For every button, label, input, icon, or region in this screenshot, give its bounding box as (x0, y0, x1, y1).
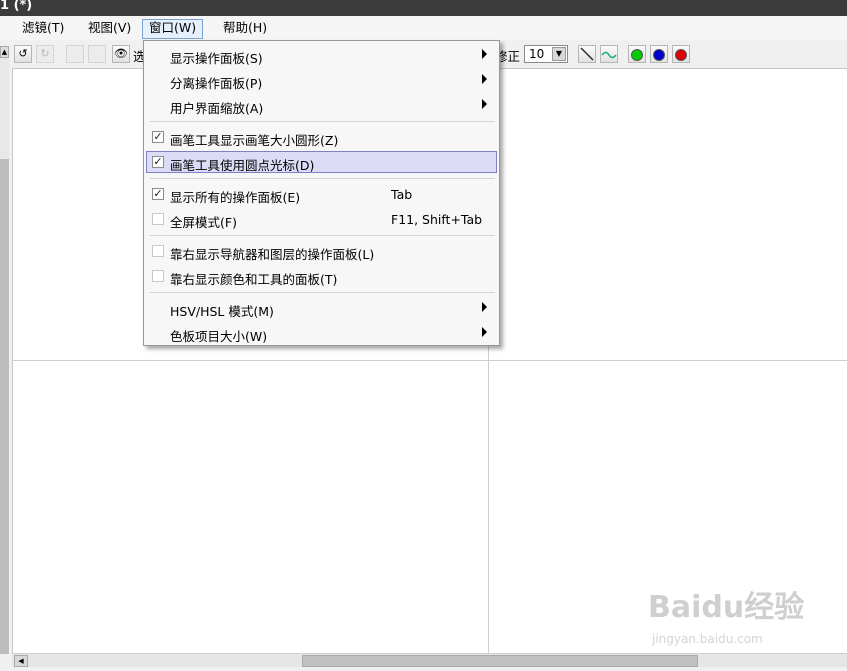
tool-button-b[interactable] (88, 45, 106, 63)
menu-separator (150, 292, 495, 293)
baidu-watermark: Baidu经验 (648, 590, 805, 625)
vertical-scrollbar[interactable]: ▲ (0, 46, 9, 654)
tool-button-a[interactable] (66, 45, 84, 63)
menu-item-fullscreen[interactable]: 全屏模式(F) F11, Shift+Tab (146, 208, 497, 230)
menu-item-hsv-hsl-mode[interactable]: HSV/HSL 模式(M) (146, 297, 497, 319)
horizontal-scrollbar[interactable]: ◀ (12, 653, 847, 668)
undo-button[interactable]: ↺ (14, 45, 32, 63)
menu-item-show-panels[interactable]: 显示操作面板(S) (146, 44, 497, 66)
window-dropdown-menu: 显示操作面板(S) 分离操作面板(P) 用户界面缩放(A) ✓ 画笔工具显示画笔… (143, 40, 500, 346)
menu-item-dot-cursor[interactable]: ✓ 画笔工具使用圆点光标(D) (146, 151, 497, 173)
color-red-button[interactable] (672, 45, 690, 63)
eye-button[interactable]: 👁 (112, 45, 130, 63)
menu-item-brush-size-circle[interactable]: ✓ 画笔工具显示画笔大小圆形(Z) (146, 126, 497, 148)
checkbox-unchecked-icon (152, 270, 164, 282)
submenu-arrow-icon (482, 74, 487, 84)
color-green-button[interactable] (628, 45, 646, 63)
menu-item-label: 显示操作面板(S) (170, 51, 263, 66)
canvas-divider-horizontal (12, 360, 847, 361)
menu-item-shortcut: Tab (391, 187, 413, 202)
title-bar: 1 (*) (0, 0, 847, 16)
menu-help[interactable]: 帮助(H) (217, 19, 273, 37)
menu-item-label: 画笔工具使用圆点光标(D) (170, 158, 315, 173)
menu-separator (150, 121, 495, 122)
menu-item-right-navigator-layers[interactable]: 靠右显示导航器和图层的操作面板(L) (146, 240, 497, 262)
menu-item-label: HSV/HSL 模式(M) (170, 304, 274, 319)
checkbox-checked-icon: ✓ (152, 187, 164, 200)
menu-item-label: 用户界面缩放(A) (170, 101, 264, 116)
eye-icon: 👁 (114, 47, 128, 60)
color-blue-button[interactable] (650, 45, 668, 63)
red-dot-icon (675, 49, 687, 61)
blue-dot-icon (653, 49, 665, 61)
menu-view[interactable]: 视图(V) (82, 19, 137, 37)
correction-select[interactable]: 10 ▼ (524, 45, 568, 63)
checkbox-unchecked-icon (152, 245, 164, 257)
line-tool-button[interactable] (578, 45, 596, 63)
baidu-watermark-url: jingyan.baidu.com (652, 632, 763, 646)
menu-item-label: 色板项目大小(W) (170, 329, 268, 344)
curve-tool-button[interactable] (600, 45, 618, 63)
wave-icon (601, 51, 617, 59)
checkbox-checked-icon: ✓ (152, 130, 164, 143)
redo-button[interactable]: ↻ (36, 45, 54, 63)
menu-separator (150, 235, 495, 236)
menu-item-right-color-tools[interactable]: 靠右显示颜色和工具的面板(T) (146, 265, 497, 287)
menu-item-label: 靠右显示导航器和图层的操作面板(L) (170, 247, 375, 262)
menu-item-label: 分离操作面板(P) (170, 76, 263, 91)
undo-icon: ↺ (18, 47, 28, 60)
menu-item-label: 画笔工具显示画笔大小圆形(Z) (170, 133, 339, 148)
menu-item-show-all-panels[interactable]: ✓ 显示所有的操作面板(E) Tab (146, 183, 497, 205)
menu-item-shortcut: F11, Shift+Tab (391, 212, 483, 227)
menu-bar: 滤镜(T) 视图(V) 窗口(W) 帮助(H) (0, 16, 847, 40)
submenu-arrow-icon (482, 302, 487, 312)
redo-icon: ↻ (40, 47, 50, 60)
submenu-arrow-icon (482, 49, 487, 59)
menu-item-ui-scale[interactable]: 用户界面缩放(A) (146, 94, 497, 116)
submenu-arrow-icon (482, 99, 487, 109)
dropdown-arrow-icon: ▼ (552, 47, 566, 61)
menu-window[interactable]: 窗口(W) (142, 19, 204, 39)
scroll-left-icon[interactable]: ◀ (14, 655, 28, 667)
line-icon (580, 47, 594, 61)
menu-item-label: 靠右显示颜色和工具的面板(T) (170, 272, 338, 287)
status-strip (0, 667, 847, 671)
vertical-scroll-thumb[interactable] (0, 159, 9, 654)
menu-item-swatch-size[interactable]: 色板项目大小(W) (146, 322, 497, 344)
menu-item-detach-panels[interactable]: 分离操作面板(P) (146, 69, 497, 91)
menu-item-label: 显示所有的操作面板(E) (170, 190, 301, 205)
green-dot-icon (631, 49, 643, 61)
scroll-up-icon[interactable]: ▲ (0, 46, 9, 58)
submenu-arrow-icon (482, 327, 487, 337)
horizontal-scroll-thumb[interactable] (302, 655, 698, 667)
window-title: 1 (*) (0, 0, 33, 13)
checkbox-checked-icon: ✓ (152, 155, 164, 168)
menu-filter[interactable]: 滤镜(T) (16, 19, 70, 37)
checkbox-unchecked-icon (152, 213, 164, 225)
correction-value: 10 (529, 47, 545, 61)
menu-separator (150, 178, 495, 179)
menu-item-label: 全屏模式(F) (170, 215, 237, 230)
